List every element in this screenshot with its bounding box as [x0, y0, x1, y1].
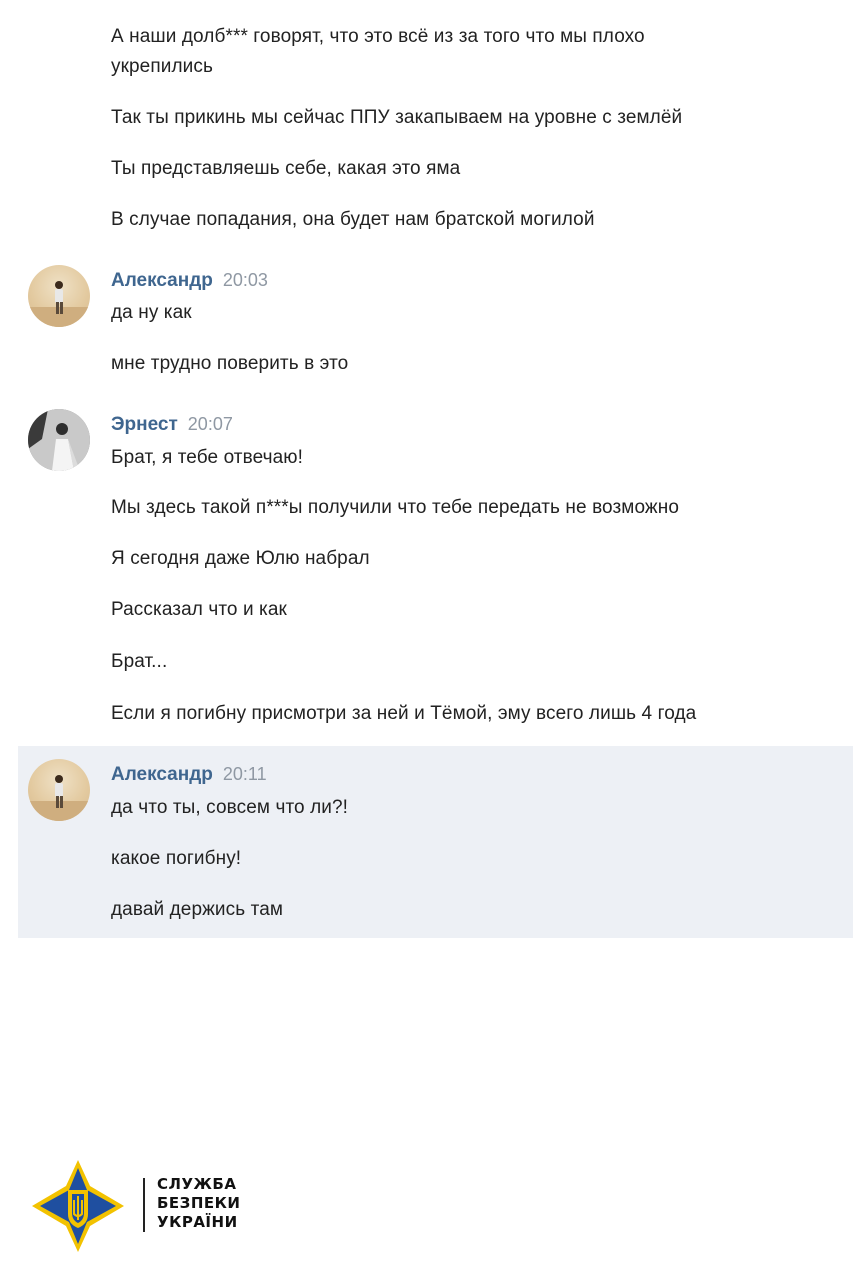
message-text: Я сегодня даже Юлю набрал: [111, 548, 370, 569]
logo-text-line: УКРАЇНИ: [157, 1213, 238, 1231]
message-text: Рассказал что и как: [111, 599, 287, 620]
message-text: какое погибну!: [111, 848, 242, 869]
message-header: Александр 20:11: [111, 764, 267, 790]
message-text: Брат...: [111, 651, 168, 672]
cross-shield-icon: [32, 1160, 124, 1252]
message-time[interactable]: 20:03: [223, 270, 268, 290]
message-text: Мы здесь такой п***ы получили что тебе п…: [111, 497, 679, 518]
avatar-ernest[interactable]: [28, 409, 90, 471]
message-text: да что ты, совсем что ли?!: [111, 797, 349, 818]
message-text: Брат, я тебе отвечаю!: [111, 447, 304, 468]
person-icon: [28, 775, 90, 821]
author-name[interactable]: Эрнест: [111, 414, 178, 435]
message-text: да ну как: [111, 302, 192, 323]
logo-text-line: СЛУЖБА: [157, 1175, 237, 1193]
sbu-emblem-logo: [30, 1158, 126, 1254]
message-time[interactable]: 20:11: [223, 764, 267, 784]
avatar-aleksandr[interactable]: [28, 265, 90, 327]
message-text: В случае попадания, она будет нам братск…: [111, 209, 595, 230]
message-text: А наши долб*** говорят, что это всё из з…: [111, 26, 645, 47]
author-name[interactable]: Александр: [111, 270, 213, 291]
message-text: Так ты прикинь мы сейчас ППУ закапываем …: [111, 107, 683, 128]
message-text: мне трудно поверить в это: [111, 353, 349, 374]
message-header: Александр 20:03: [111, 270, 268, 296]
person-icon: [28, 281, 90, 327]
logo-text-line: БЕЗПЕКИ: [157, 1194, 241, 1212]
logo-divider: [143, 1178, 145, 1232]
message-text: давай держись там: [111, 899, 284, 920]
message-text: Если я погибну присмотри за ней и Тёмой,…: [111, 703, 697, 724]
message-time[interactable]: 20:07: [188, 414, 233, 434]
message-text: Ты представляешь себе, какая это яма: [111, 158, 461, 179]
person-icon: [28, 409, 90, 471]
message-header: Эрнест 20:07: [111, 414, 233, 440]
sbu-wordmark: СЛУЖБА БЕЗПЕКИ УКРАЇНИ: [157, 1175, 240, 1232]
author-name[interactable]: Александр: [111, 764, 213, 785]
message-text: укрепились: [111, 56, 213, 77]
avatar-aleksandr[interactable]: [28, 759, 90, 821]
